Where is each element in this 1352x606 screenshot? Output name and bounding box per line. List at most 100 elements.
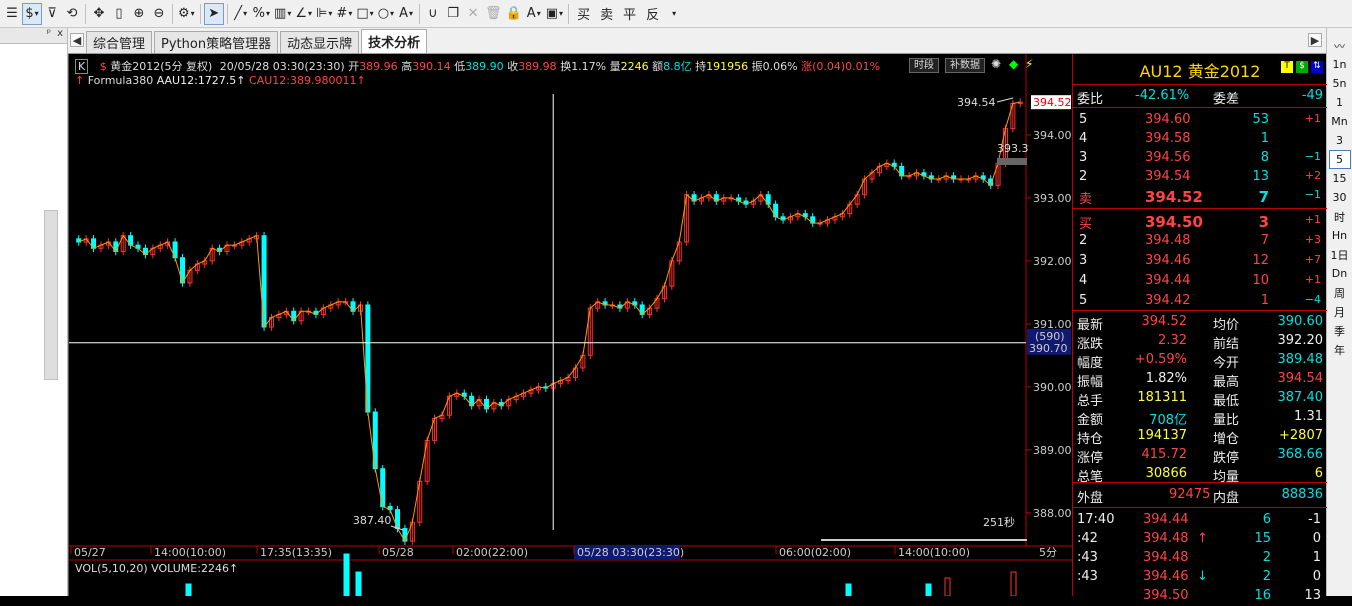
dollar-badge-icon[interactable]: $ xyxy=(1296,61,1308,73)
settings-icon[interactable]: ⚙ xyxy=(176,3,197,25)
dollar-icon[interactable]: $ xyxy=(22,2,42,25)
stat-label: 前结 xyxy=(1213,337,1240,352)
bid-volume: 12 xyxy=(1252,253,1269,268)
period-1[interactable]: 1 xyxy=(1329,93,1351,112)
ask-row[interactable]: 5 394.60 53 +1 xyxy=(1073,111,1327,130)
ask-row[interactable]: 4 394.58 1 xyxy=(1073,130,1327,149)
bid-row[interactable]: 2 394.48 7 +3 xyxy=(1073,232,1327,251)
bid-row[interactable]: 3 394.46 12 +7 xyxy=(1073,252,1327,271)
line-chart-icon[interactable]: 〰 xyxy=(1329,36,1351,55)
turnover-label: 换 xyxy=(560,60,572,73)
cursor-icon[interactable]: ➤ xyxy=(203,2,224,25)
ruler-icon[interactable]: ▥ xyxy=(272,3,293,25)
circle-icon[interactable]: ○ xyxy=(376,3,396,25)
copy-icon[interactable]: ❐ xyxy=(443,3,463,25)
period-1day[interactable]: 1日 xyxy=(1329,245,1351,264)
refresh-icon[interactable]: ⟲ xyxy=(62,3,82,25)
period-Hn[interactable]: Hn xyxy=(1329,226,1351,245)
delete-icon[interactable]: ✕ xyxy=(463,3,483,25)
tick-row: :43 394.48 2 1 xyxy=(1073,549,1327,568)
bid-row[interactable]: 买 394.50 3 +1 xyxy=(1073,212,1327,232)
low-label: 低 xyxy=(454,60,466,73)
left-scrollbar[interactable] xyxy=(44,210,58,380)
period-season[interactable]: 季 xyxy=(1329,321,1351,340)
flat-button[interactable]: 平 xyxy=(618,4,641,23)
tab-overview[interactable]: 综合管理 xyxy=(86,31,153,53)
period-Mn[interactable]: Mn xyxy=(1329,112,1351,131)
stat-value: 1.82% xyxy=(1145,371,1187,386)
current-price: 394.52 xyxy=(1033,96,1072,109)
move-icon[interactable]: ✥ xyxy=(89,3,109,25)
fill-data-button[interactable]: 补数据 xyxy=(945,58,985,73)
grid-icon[interactable]: # xyxy=(334,3,354,25)
lock-icon[interactable]: 🔒 xyxy=(504,3,524,25)
buy-button[interactable]: 买 xyxy=(572,4,595,23)
zoom-in-icon[interactable]: ⊕ xyxy=(129,3,149,25)
more-icon[interactable]: ▾ xyxy=(664,3,684,25)
zoom-out-icon[interactable]: ⊖ xyxy=(149,3,169,25)
magnet-icon[interactable]: ∪ xyxy=(423,3,443,25)
period-month[interactable]: 月 xyxy=(1329,302,1351,321)
bid-row[interactable]: 4 394.44 10 +1 xyxy=(1073,272,1327,291)
reverse-button[interactable]: 反 xyxy=(641,4,664,23)
line-tool-icon[interactable]: ╱ xyxy=(231,3,251,25)
stats-row: 最新 394.52 均价 390.60 xyxy=(1073,313,1327,333)
period-5[interactable]: 5 xyxy=(1328,150,1351,169)
tab-bar: ◀ 综合管理 Python策略管理器 动态显示牌 技术分析 ▶ xyxy=(68,28,1326,54)
volume-title: VOL(5,10,20) VOLUME:2246↑ xyxy=(75,562,239,575)
color-icon[interactable]: A xyxy=(524,3,544,25)
close-icon[interactable]: x xyxy=(57,28,63,43)
ask-row[interactable]: 3 394.56 8 −1 xyxy=(1073,149,1327,168)
lightning-icon[interactable]: ⚡ xyxy=(1025,57,1033,71)
gear-icon[interactable]: ✺ xyxy=(991,57,1001,71)
period-week[interactable]: 周 xyxy=(1329,283,1351,302)
tick-time: :43 xyxy=(1077,569,1098,584)
text-tool-icon[interactable]: A xyxy=(396,3,416,25)
sell-button[interactable]: 卖 xyxy=(595,4,618,23)
percent-icon[interactable]: % xyxy=(251,3,272,25)
left-panel: ᵖ x xyxy=(0,28,68,596)
rectangle-icon[interactable]: □ xyxy=(354,3,375,25)
period-1n[interactable]: 1n xyxy=(1329,55,1351,74)
period-30[interactable]: 30 xyxy=(1329,188,1351,207)
kline-svg[interactable]: 388.00389.00390.00391.00392.00393.00394.… xyxy=(69,54,1073,596)
trash-icon[interactable]: 🗑 xyxy=(483,3,504,25)
ask-price: 394.60 xyxy=(1145,112,1191,127)
fib-icon[interactable]: ⊫ xyxy=(314,3,334,25)
filter-icon[interactable]: ⊽ xyxy=(42,3,62,25)
bid-row[interactable]: 5 394.42 1 −4 xyxy=(1073,292,1327,311)
tab-next-icon[interactable]: ▶ xyxy=(1308,33,1322,47)
k-label: K xyxy=(75,59,89,74)
tab-technical-analysis[interactable]: 技术分析 xyxy=(361,29,428,53)
window-icon[interactable]: ☰ xyxy=(2,3,22,25)
swap-icon[interactable]: ⇅ xyxy=(1311,61,1323,73)
tab-python-strategy[interactable]: Python策略管理器 xyxy=(154,31,279,53)
period-year[interactable]: 年 xyxy=(1329,340,1351,359)
angle-icon[interactable]: ∠ xyxy=(293,3,314,25)
stats-row: 涨跌 2.32 前结 392.20 xyxy=(1073,332,1327,352)
oi-label: 持 xyxy=(695,60,707,73)
diamond-icon[interactable]: ◆ xyxy=(1009,57,1018,71)
main-toolbar: ☰ $ ⊽ ⟲ ✥ ▯ ⊕ ⊖ ⚙ ➤ ╱ % ▥ ∠ ⊫ # □ ○ A ∪ … xyxy=(0,0,1352,28)
period-3[interactable]: 3 xyxy=(1329,131,1351,150)
period-5n[interactable]: 5n xyxy=(1329,74,1351,93)
ask-row[interactable]: 2 394.54 13 +2 xyxy=(1073,168,1327,187)
t-icon[interactable]: T xyxy=(1281,61,1293,73)
tab-dynamic-board[interactable]: 动态显示牌 xyxy=(280,31,360,53)
x-tick-label: 05/27 xyxy=(74,546,106,559)
tab-prev-icon[interactable]: ◀ xyxy=(70,33,84,47)
tick-arrow: ↑ xyxy=(1197,531,1208,546)
period-Dn[interactable]: Dn xyxy=(1329,264,1351,283)
ask-row[interactable]: 卖 394.52 7 −1 xyxy=(1073,187,1327,207)
ask-volume: 53 xyxy=(1252,112,1269,127)
time-period-button[interactable]: 时段 xyxy=(909,58,939,73)
tick-time: 17:40 xyxy=(1077,512,1115,527)
ask-volume: 8 xyxy=(1260,150,1269,165)
column-icon[interactable]: ▯ xyxy=(109,3,129,25)
save-icon[interactable]: ▣ xyxy=(544,3,565,25)
period-hour[interactable]: 时 xyxy=(1329,207,1351,226)
pin-icon[interactable]: ᵖ xyxy=(47,28,51,43)
tick-volume: 2 xyxy=(1262,569,1271,584)
period-15[interactable]: 15 xyxy=(1329,169,1351,188)
kline-chart[interactable]: 388.00 389.00 390.00 391.00 392.00 393.00 394.… xyxy=(68,54,1073,596)
